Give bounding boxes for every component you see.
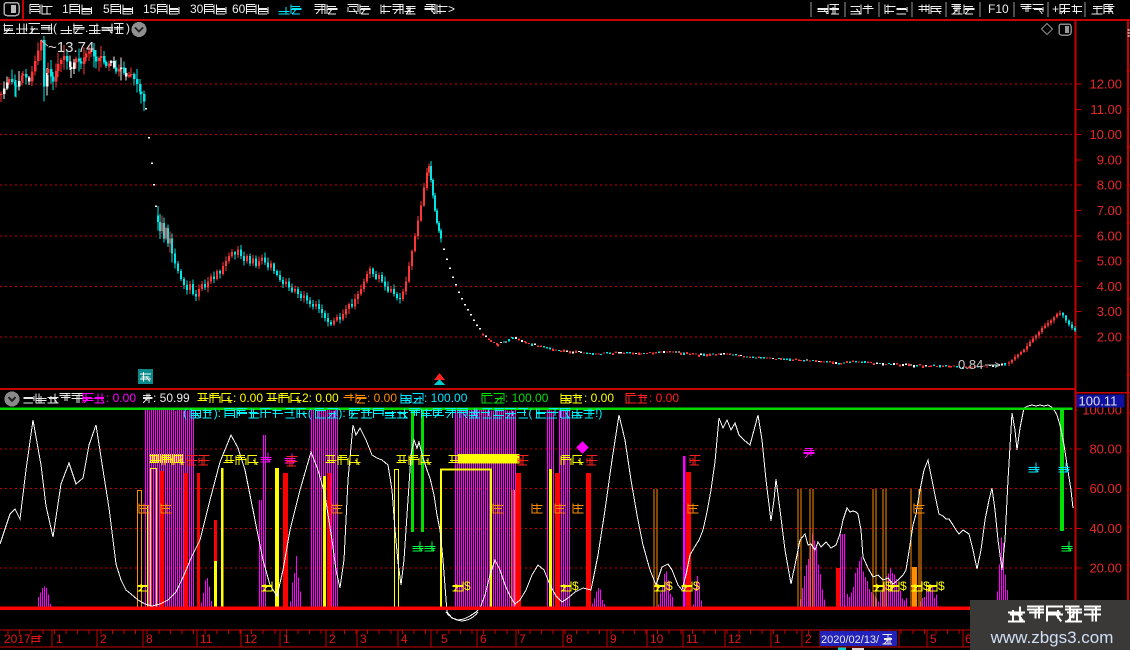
svg-text:!): !) [595,406,602,420]
svg-text:+: + [1052,2,1059,16]
svg-text:8: 8 [146,632,153,646]
svg-text:>: > [448,2,455,16]
svg-text:10: 10 [650,632,664,646]
svg-text:12: 12 [728,632,742,646]
svg-text:80.00: 80.00 [1089,441,1122,456]
svg-text:(: ( [53,21,57,35]
svg-text:9: 9 [610,632,617,646]
svg-text:8.00: 8.00 [1097,178,1122,193]
svg-text:(: ( [308,406,312,420]
svg-text:1: 1 [774,632,781,646]
svg-text:20.00: 20.00 [1089,561,1122,576]
svg-text:5.00: 5.00 [1097,254,1122,269]
svg-text:40.00: 40.00 [1089,521,1122,536]
svg-text:2: 2 [100,632,107,646]
svg-text:100.11: 100.11 [1079,394,1118,409]
svg-text:3.00: 3.00 [1097,304,1122,319]
svg-text:30: 30 [190,2,204,16]
svg-text:10.00: 10.00 [1089,127,1122,142]
svg-text:F10: F10 [988,2,1009,16]
svg-text:12: 12 [244,632,258,646]
svg-text:2: 0.00: 2: 0.00 [302,391,339,405]
svg-text:.: . [85,21,88,35]
svg-text:):: ): [214,406,221,420]
svg-text:2.00: 2.00 [1097,330,1122,345]
svg-text:60: 60 [232,2,246,16]
svg-text:2: 2 [329,632,336,646]
svg-text:1: 1 [283,632,290,646]
svg-text:60.00: 60.00 [1089,481,1122,496]
svg-text:$: $ [572,579,579,593]
svg-text:4: 4 [401,632,408,646]
svg-text:5: 5 [930,632,937,646]
svg-text:: 100.00: : 100.00 [424,391,468,405]
svg-text:1: 1 [56,632,63,646]
svg-text:: 100.00: : 100.00 [505,391,549,405]
svg-text:7: 7 [519,632,526,646]
svg-text:11: 11 [686,632,699,646]
svg-text:5: 5 [441,632,448,646]
svg-text:15: 15 [143,2,157,16]
svg-text:$: $ [464,579,471,593]
svg-text:: 0.00: : 0.00 [649,391,679,405]
svg-text:):: ): [338,406,345,420]
svg-text:$: $ [693,579,700,593]
svg-text:$: $ [900,579,907,593]
svg-text:11.00: 11.00 [1090,102,1122,117]
svg-text:5: 5 [103,2,110,16]
svg-text:: 0.00: : 0.00 [584,391,614,405]
svg-text:12.00: 12.00 [1089,77,1122,92]
svg-text:(: ( [528,406,532,420]
svg-text:4.00: 4.00 [1097,279,1122,294]
svg-text:): ) [126,21,130,35]
svg-text:(: ( [183,406,187,420]
svg-text:7.00: 7.00 [1097,203,1122,218]
svg-text:1: 1 [62,2,69,16]
svg-text:: 0.00: : 0.00 [106,391,136,405]
svg-text:8: 8 [566,632,573,646]
svg-text:www.zbgs3.com: www.zbgs3.com [990,628,1114,647]
svg-text:$: $ [666,579,673,593]
svg-text:0.84: 0.84 [958,357,983,372]
svg-text:2020/02/13/: 2020/02/13/ [821,634,880,646]
svg-text:6: 6 [480,632,487,646]
svg-text:11: 11 [200,632,213,646]
svg-text:~13.74: ~13.74 [48,39,94,56]
svg-text:2017: 2017 [4,632,31,646]
svg-text:: 0.00: : 0.00 [367,391,397,405]
svg-text:2: 2 [805,632,812,646]
svg-text:: 50.99: : 50.99 [153,391,190,405]
svg-text:$: $ [938,579,945,593]
svg-text:: 0.00: : 0.00 [233,391,263,405]
svg-text:9.00: 9.00 [1097,152,1122,167]
svg-text:6.00: 6.00 [1097,228,1122,243]
svg-text:3: 3 [360,632,367,646]
